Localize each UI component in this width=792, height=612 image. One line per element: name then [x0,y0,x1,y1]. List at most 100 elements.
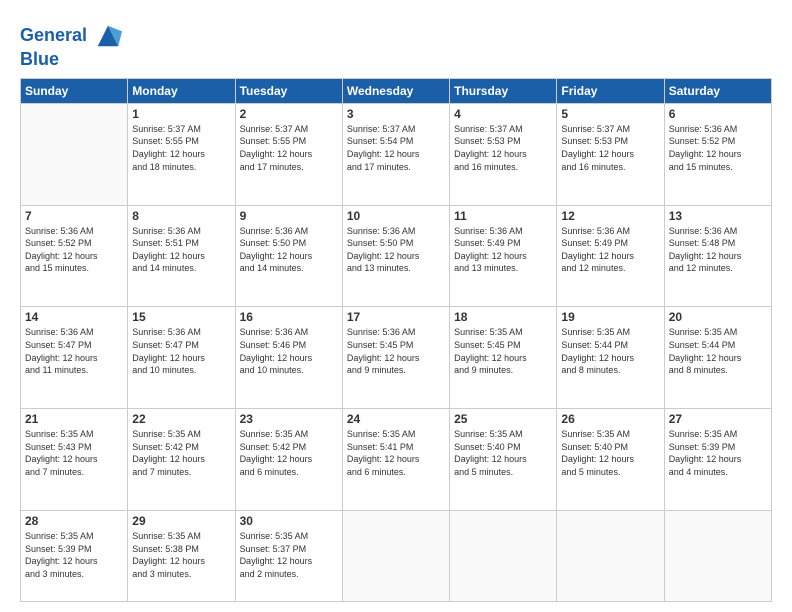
day-number: 8 [132,209,230,223]
calendar-cell [450,510,557,601]
day-number: 9 [240,209,338,223]
day-info: Sunrise: 5:36 AM Sunset: 5:51 PM Dayligh… [132,225,230,275]
day-info: Sunrise: 5:37 AM Sunset: 5:53 PM Dayligh… [561,123,659,173]
day-number: 23 [240,412,338,426]
header: General Blue [20,18,772,70]
day-number: 5 [561,107,659,121]
calendar-cell: 30 Sunrise: 5:35 AM Sunset: 5:37 PM Dayli… [235,510,342,601]
calendar-cell [557,510,664,601]
day-info: Sunrise: 5:35 AM Sunset: 5:37 PM Dayligh… [240,530,338,580]
calendar-cell: 7 Sunrise: 5:36 AM Sunset: 5:52 PM Daylig… [21,205,128,307]
day-info: Sunrise: 5:37 AM Sunset: 5:55 PM Dayligh… [240,123,338,173]
calendar-week-row: 28 Sunrise: 5:35 AM Sunset: 5:39 PM Dayli… [21,510,772,601]
calendar-cell: 14Sunrise: 5:36 AM Sunset: 5:47 PM Dayli… [21,307,128,409]
calendar-cell [21,103,128,205]
calendar-cell: 12Sunrise: 5:36 AM Sunset: 5:49 PM Dayli… [557,205,664,307]
calendar-cell: 20 Sunrise: 5:35 AM Sunset: 5:44 PM Dayli… [664,307,771,409]
day-info: Sunrise: 5:36 AM Sunset: 5:49 PM Dayligh… [454,225,552,275]
calendar-week-row: 14 Sunrise: 5:36 AM Sunset: 5:47 PM Dayli… [21,307,772,409]
day-number: 1 [132,107,230,121]
day-number: 28 [25,514,123,528]
calendar-cell: 26Sunrise: 5:35 AM Sunset: 5:40 PM Dayli… [557,409,664,511]
day-info: Sunrise: 5:35 AM Sunset: 5:42 PM Dayligh… [132,428,230,478]
calendar-cell: 5 Sunrise: 5:37 AM Sunset: 5:53 PM Daylig… [557,103,664,205]
calendar-cell: 28 Sunrise: 5:35 AM Sunset: 5:39 PM Dayli… [21,510,128,601]
calendar-cell: 1 Sunrise: 5:37 AM Sunset: 5:55 PM Daylig… [128,103,235,205]
day-number: 14 [25,310,123,324]
day-number: 24 [347,412,445,426]
day-info: Sunrise: 5:37 AM Sunset: 5:55 PM Dayligh… [132,123,230,173]
weekday-header-sunday: Sunday [21,78,128,103]
day-number: 29 [132,514,230,528]
calendar-cell: 15 Sunrise: 5:36 AM Sunset: 5:47 PM Dayli… [128,307,235,409]
calendar-body: 1 Sunrise: 5:37 AM Sunset: 5:55 PM Daylig… [21,103,772,601]
day-number: 25 [454,412,552,426]
day-number: 20 [669,310,767,324]
calendar-cell: 23 Sunrise: 5:35 AM Sunset: 5:42 PM Dayli… [235,409,342,511]
calendar-cell: 2 Sunrise: 5:37 AM Sunset: 5:55 PM Daylig… [235,103,342,205]
page: General Blue SundayMondayTuesdayWednesda… [0,0,792,612]
calendar-cell: 22 Sunrise: 5:35 AM Sunset: 5:42 PM Dayli… [128,409,235,511]
weekday-header-thursday: Thursday [450,78,557,103]
logo-icon [94,22,122,50]
day-info: Sunrise: 5:35 AM Sunset: 5:39 PM Dayligh… [25,530,123,580]
day-number: 19 [561,310,659,324]
calendar-cell: 25 Sunrise: 5:35 AM Sunset: 5:40 PM Dayli… [450,409,557,511]
day-number: 30 [240,514,338,528]
calendar-cell: 16 Sunrise: 5:36 AM Sunset: 5:46 PM Dayli… [235,307,342,409]
calendar-cell: 9 Sunrise: 5:36 AM Sunset: 5:50 PM Daylig… [235,205,342,307]
day-number: 18 [454,310,552,324]
day-number: 6 [669,107,767,121]
day-info: Sunrise: 5:35 AM Sunset: 5:38 PM Dayligh… [132,530,230,580]
day-number: 16 [240,310,338,324]
calendar-cell: 27Sunrise: 5:35 AM Sunset: 5:39 PM Dayli… [664,409,771,511]
day-info: Sunrise: 5:36 AM Sunset: 5:45 PM Dayligh… [347,326,445,376]
day-info: Sunrise: 5:35 AM Sunset: 5:44 PM Dayligh… [669,326,767,376]
calendar-cell: 13 Sunrise: 5:36 AM Sunset: 5:48 PM Dayli… [664,205,771,307]
calendar-cell: 10Sunrise: 5:36 AM Sunset: 5:50 PM Dayli… [342,205,449,307]
day-info: Sunrise: 5:35 AM Sunset: 5:41 PM Dayligh… [347,428,445,478]
calendar-cell: 29 Sunrise: 5:35 AM Sunset: 5:38 PM Dayli… [128,510,235,601]
day-info: Sunrise: 5:36 AM Sunset: 5:46 PM Dayligh… [240,326,338,376]
calendar-cell: 6 Sunrise: 5:36 AM Sunset: 5:52 PM Daylig… [664,103,771,205]
calendar-week-row: 1 Sunrise: 5:37 AM Sunset: 5:55 PM Daylig… [21,103,772,205]
calendar-cell: 18 Sunrise: 5:35 AM Sunset: 5:45 PM Dayli… [450,307,557,409]
calendar-week-row: 21Sunrise: 5:35 AM Sunset: 5:43 PM Dayli… [21,409,772,511]
calendar-cell [342,510,449,601]
calendar-cell: 11 Sunrise: 5:36 AM Sunset: 5:49 PM Dayli… [450,205,557,307]
day-number: 11 [454,209,552,223]
day-info: Sunrise: 5:36 AM Sunset: 5:47 PM Dayligh… [132,326,230,376]
day-number: 2 [240,107,338,121]
calendar-cell [664,510,771,601]
weekday-header-wednesday: Wednesday [342,78,449,103]
day-number: 12 [561,209,659,223]
day-info: Sunrise: 5:37 AM Sunset: 5:53 PM Dayligh… [454,123,552,173]
day-info: Sunrise: 5:35 AM Sunset: 5:40 PM Dayligh… [454,428,552,478]
calendar-cell: 19Sunrise: 5:35 AM Sunset: 5:44 PM Dayli… [557,307,664,409]
day-number: 7 [25,209,123,223]
day-info: Sunrise: 5:37 AM Sunset: 5:54 PM Dayligh… [347,123,445,173]
calendar-table: SundayMondayTuesdayWednesdayThursdayFrid… [20,78,772,602]
calendar-cell: 4 Sunrise: 5:37 AM Sunset: 5:53 PM Daylig… [450,103,557,205]
calendar-cell: 17 Sunrise: 5:36 AM Sunset: 5:45 PM Dayli… [342,307,449,409]
day-number: 26 [561,412,659,426]
day-info: Sunrise: 5:36 AM Sunset: 5:48 PM Dayligh… [669,225,767,275]
weekday-header-row: SundayMondayTuesdayWednesdayThursdayFrid… [21,78,772,103]
day-info: Sunrise: 5:36 AM Sunset: 5:52 PM Dayligh… [25,225,123,275]
day-number: 13 [669,209,767,223]
calendar-cell: 8 Sunrise: 5:36 AM Sunset: 5:51 PM Daylig… [128,205,235,307]
logo: General Blue [20,22,122,70]
day-number: 22 [132,412,230,426]
weekday-header-friday: Friday [557,78,664,103]
logo-blue: Blue [20,50,122,70]
day-number: 15 [132,310,230,324]
day-info: Sunrise: 5:36 AM Sunset: 5:52 PM Dayligh… [669,123,767,173]
day-number: 21 [25,412,123,426]
day-number: 10 [347,209,445,223]
day-number: 4 [454,107,552,121]
day-info: Sunrise: 5:35 AM Sunset: 5:42 PM Dayligh… [240,428,338,478]
day-info: Sunrise: 5:35 AM Sunset: 5:45 PM Dayligh… [454,326,552,376]
day-number: 17 [347,310,445,324]
day-info: Sunrise: 5:36 AM Sunset: 5:50 PM Dayligh… [240,225,338,275]
calendar-cell: 24 Sunrise: 5:35 AM Sunset: 5:41 PM Dayli… [342,409,449,511]
